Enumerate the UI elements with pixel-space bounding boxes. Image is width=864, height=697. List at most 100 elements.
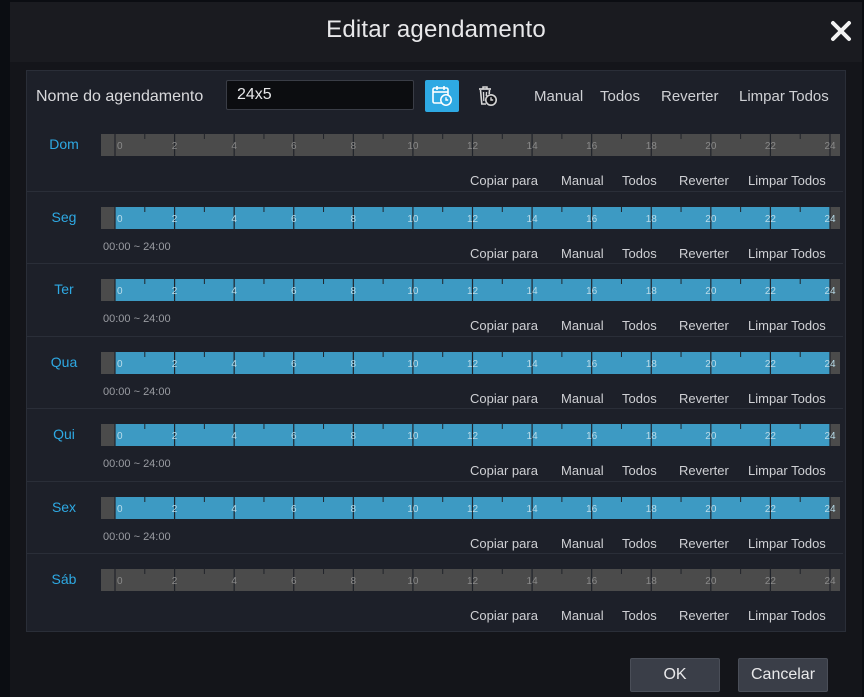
copy-to-button[interactable]: Copiar para bbox=[470, 318, 538, 333]
hour-tick-label: 14 bbox=[527, 141, 539, 152]
copy-to-button[interactable]: Copiar para bbox=[470, 246, 538, 261]
timeline-bar: 0 2 4 6 8 10 12 14 16 18 20 22 24 bbox=[101, 132, 840, 158]
hour-tick-label: 2 bbox=[172, 359, 178, 370]
hour-tick-label: 24 bbox=[824, 431, 836, 442]
copy-to-button[interactable]: Copiar para bbox=[470, 608, 538, 623]
manual-button[interactable]: Manual bbox=[561, 463, 604, 478]
copy-to-button[interactable]: Copiar para bbox=[470, 173, 538, 188]
select-all-button[interactable]: Todos bbox=[622, 608, 657, 623]
dialog-title: Editar agendamento bbox=[326, 16, 546, 43]
hour-tick-label: 16 bbox=[586, 141, 598, 152]
manual-button[interactable]: Manual bbox=[561, 391, 604, 406]
hour-tick-label: 12 bbox=[467, 286, 479, 297]
day-timeline[interactable]: 0 2 4 6 8 10 12 14 16 18 20 22 24 bbox=[101, 201, 840, 235]
hour-tick-label: 20 bbox=[705, 576, 717, 587]
hour-tick-label: 2 bbox=[172, 576, 178, 587]
invert-button[interactable]: Reverter bbox=[679, 463, 729, 478]
select-all-button[interactable]: Todos bbox=[622, 246, 657, 261]
day-timeline[interactable]: 0 2 4 6 8 10 12 14 16 18 20 22 24 bbox=[101, 563, 840, 597]
timeline-bar: 0 2 4 6 8 10 12 14 16 18 20 22 24 bbox=[101, 422, 840, 448]
invert-button[interactable]: Reverter bbox=[679, 318, 729, 333]
hour-tick-label: 10 bbox=[407, 141, 419, 152]
hour-tick-label: 2 bbox=[172, 431, 178, 442]
time-range-text: 00:00 ~ 24:00 bbox=[103, 385, 171, 398]
copy-to-button[interactable]: Copiar para bbox=[470, 463, 538, 478]
clear-all-button[interactable]: Limpar Todos bbox=[748, 391, 826, 406]
top-select-all-button[interactable]: Todos bbox=[600, 88, 640, 105]
manual-button[interactable]: Manual bbox=[561, 246, 604, 261]
hour-tick-label: 12 bbox=[467, 504, 479, 515]
hour-tick-label: 14 bbox=[527, 286, 539, 297]
clear-all-button[interactable]: Limpar Todos bbox=[748, 608, 826, 623]
day-label[interactable]: Qui bbox=[36, 426, 92, 442]
clear-all-button[interactable]: Limpar Todos bbox=[748, 318, 826, 333]
day-timeline[interactable]: 0 2 4 6 8 10 12 14 16 18 20 22 24 bbox=[101, 346, 840, 380]
schedule-settings-button[interactable] bbox=[425, 80, 459, 112]
copy-to-button[interactable]: Copiar para bbox=[470, 536, 538, 551]
time-range-text: 00:00 ~ 24:00 bbox=[103, 458, 171, 470]
clear-all-button[interactable]: Limpar Todos bbox=[748, 463, 826, 478]
invert-button[interactable]: Reverter bbox=[679, 173, 729, 188]
hour-tick-label: 6 bbox=[291, 141, 297, 152]
timeline-bar: 0 2 4 6 8 10 12 14 16 18 20 22 24 bbox=[101, 277, 840, 303]
invert-button[interactable]: Reverter bbox=[679, 536, 729, 551]
hour-tick-label: 0 bbox=[117, 141, 123, 152]
select-all-button[interactable]: Todos bbox=[622, 391, 657, 406]
day-timeline[interactable]: 0 2 4 6 8 10 12 14 16 18 20 22 24 bbox=[101, 491, 840, 525]
row-divider bbox=[27, 553, 843, 554]
day-label[interactable]: Dom bbox=[36, 136, 92, 152]
schedule-name-label: Nome do agendamento bbox=[36, 88, 204, 105]
select-all-button[interactable]: Todos bbox=[622, 463, 657, 478]
day-label[interactable]: Qua bbox=[36, 354, 92, 370]
select-all-button[interactable]: Todos bbox=[622, 536, 657, 551]
top-manual-button[interactable]: Manual bbox=[534, 88, 583, 105]
hour-tick-label: 6 bbox=[291, 359, 297, 370]
hour-tick-label: 18 bbox=[646, 141, 658, 152]
manual-button[interactable]: Manual bbox=[561, 173, 604, 188]
invert-button[interactable]: Reverter bbox=[679, 246, 729, 261]
hour-tick-label: 8 bbox=[351, 359, 357, 370]
close-button[interactable] bbox=[826, 16, 856, 46]
top-invert-button[interactable]: Reverter bbox=[661, 88, 719, 105]
hour-tick-label: 24 bbox=[824, 141, 836, 152]
day-label[interactable]: Sáb bbox=[36, 571, 92, 587]
hour-tick-label: 6 bbox=[291, 431, 297, 442]
clear-all-button[interactable]: Limpar Todos bbox=[748, 173, 826, 188]
hour-tick-label: 10 bbox=[407, 431, 419, 442]
delete-schedule-button[interactable] bbox=[470, 80, 504, 112]
top-clear-all-button[interactable]: Limpar Todos bbox=[739, 88, 829, 105]
hour-tick-label: 16 bbox=[586, 286, 598, 297]
timeline-bar: 0 2 4 6 8 10 12 14 16 18 20 22 24 bbox=[101, 567, 840, 593]
hour-tick-label: 0 bbox=[117, 214, 123, 225]
clear-all-button[interactable]: Limpar Todos bbox=[748, 246, 826, 261]
hour-tick-label: 14 bbox=[527, 431, 539, 442]
select-all-button[interactable]: Todos bbox=[622, 173, 657, 188]
hour-tick-label: 4 bbox=[231, 141, 237, 152]
hour-tick-label: 20 bbox=[705, 141, 717, 152]
select-all-button[interactable]: Todos bbox=[622, 318, 657, 333]
time-range-text: 00:00 ~ 24:00 bbox=[103, 240, 171, 253]
copy-to-button[interactable]: Copiar para bbox=[470, 391, 538, 406]
day-label[interactable]: Sex bbox=[36, 499, 92, 515]
manual-button[interactable]: Manual bbox=[561, 608, 604, 623]
ok-button[interactable]: OK bbox=[630, 658, 720, 692]
day-timeline[interactable]: 0 2 4 6 8 10 12 14 16 18 20 22 24 bbox=[101, 418, 840, 452]
day-label[interactable]: Seg bbox=[36, 209, 92, 225]
manual-button[interactable]: Manual bbox=[561, 536, 604, 551]
day-timeline[interactable]: 0 2 4 6 8 10 12 14 16 18 20 22 24 bbox=[101, 273, 840, 307]
hour-tick-label: 4 bbox=[231, 576, 237, 587]
hour-tick-label: 10 bbox=[407, 359, 419, 370]
cancel-button[interactable]: Cancelar bbox=[738, 658, 828, 692]
invert-button[interactable]: Reverter bbox=[679, 391, 729, 406]
row-divider bbox=[27, 263, 843, 264]
schedule-name-input[interactable] bbox=[226, 80, 414, 110]
day-timeline[interactable]: 0 2 4 6 8 10 12 14 16 18 20 22 24 bbox=[101, 128, 840, 162]
hour-tick-label: 0 bbox=[117, 359, 123, 370]
hour-tick-label: 12 bbox=[467, 359, 479, 370]
day-label[interactable]: Ter bbox=[36, 281, 92, 297]
invert-button[interactable]: Reverter bbox=[679, 608, 729, 623]
manual-button[interactable]: Manual bbox=[561, 318, 604, 333]
hour-tick-label: 12 bbox=[467, 141, 479, 152]
clear-all-button[interactable]: Limpar Todos bbox=[748, 536, 826, 551]
time-range-text: 00:00 ~ 24:00 bbox=[103, 530, 171, 543]
